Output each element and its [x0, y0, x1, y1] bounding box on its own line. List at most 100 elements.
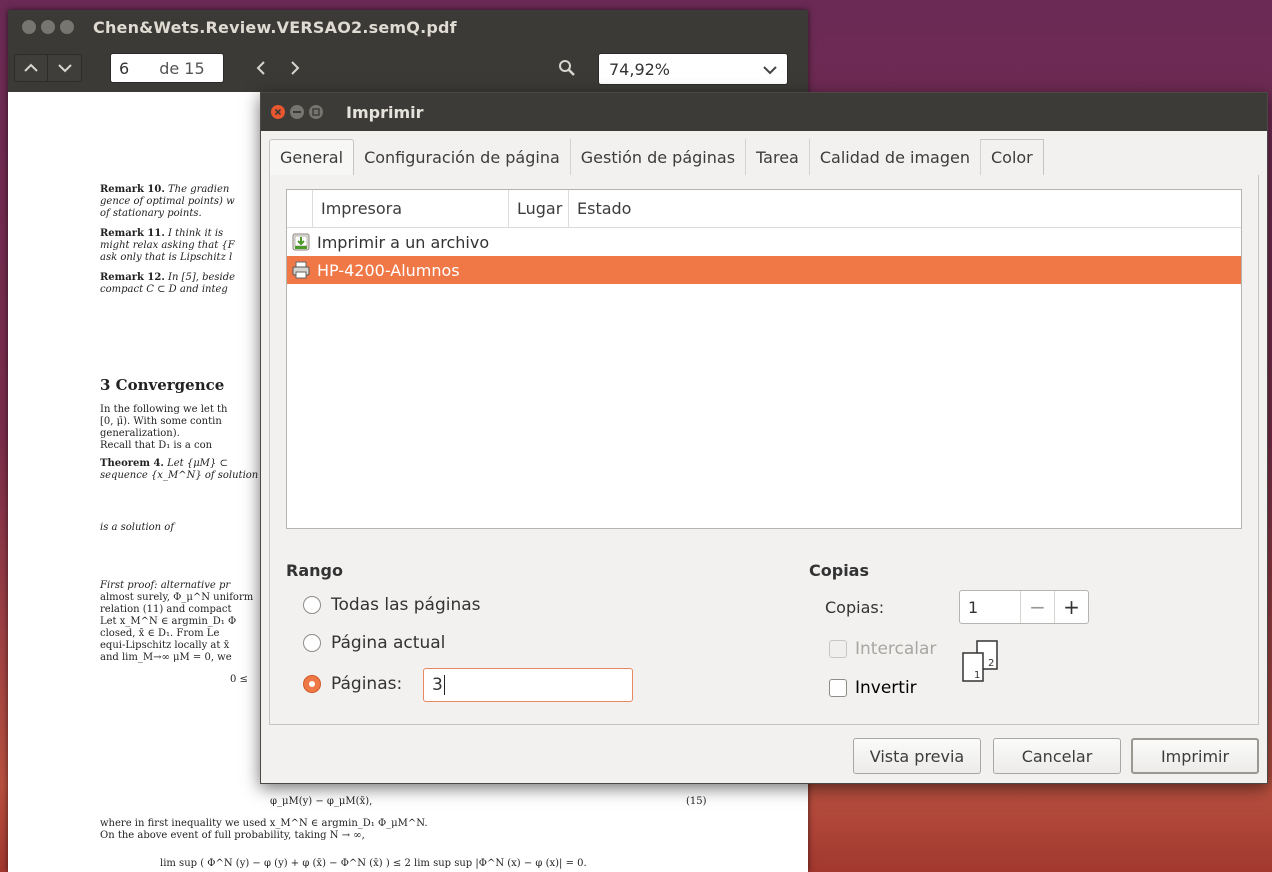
printer-row-hp[interactable]: HP-4200-Alumnos	[287, 256, 1241, 284]
tab-page-handling[interactable]: Gestión de páginas	[571, 139, 747, 175]
print-dialog: Imprimir General Configuración de página…	[260, 92, 1268, 784]
paper-line: generalization).	[100, 428, 180, 439]
column-header-status[interactable]: Estado	[569, 190, 631, 227]
paper-line: In the following we let th	[100, 404, 228, 415]
copies-value[interactable]: 1	[960, 598, 1020, 617]
paper-line: φ_μM(y) − φ_μM(x̄),	[270, 796, 373, 807]
checkbox-box	[829, 640, 847, 658]
chevron-right-icon[interactable]	[278, 54, 312, 82]
tab-bar: General Configuración de página Gestión …	[269, 139, 1044, 175]
printer-icon	[291, 260, 311, 280]
preview-button[interactable]: Vista previa	[853, 738, 981, 774]
paper-line: closed, x̄ ∈ D₁. From Le	[100, 628, 220, 639]
paper-line: compact C ⊂ D and integ	[100, 284, 228, 295]
checkbox-label: Invertir	[855, 678, 917, 698]
page-count: de 15	[159, 58, 205, 78]
minimize-dialog-icon[interactable]	[290, 105, 304, 119]
search-icon[interactable]	[554, 55, 580, 81]
tab-color[interactable]: Color	[980, 139, 1044, 175]
printer-row-file[interactable]: Imprimir a un archivo	[287, 228, 1241, 256]
paper-line: Theorem 4. Let {μM} ⊂	[100, 458, 228, 469]
paper-line: where in first inequality we used x_M^N …	[100, 818, 428, 829]
paper-line: almost surely, Φ_μ^N uniform	[100, 592, 254, 603]
column-header-icon	[287, 190, 313, 227]
printer-name: HP-4200-Alumnos	[317, 260, 460, 280]
paper-line: and lim_M→∞ μM = 0, we	[100, 652, 232, 663]
collate-checkbox[interactable]: Intercalar	[829, 639, 936, 659]
printer-list-header: Impresora Lugar Estado	[287, 190, 1241, 228]
viewer-titlebar: Chen&Wets.Review.VERSAO2.semQ.pdf	[8, 10, 808, 44]
paper-line: of stationary points.	[100, 208, 202, 219]
radio-label: Página actual	[331, 633, 446, 653]
paper-line: Remark 10. The gradien	[100, 184, 230, 195]
decrement-button[interactable]: −	[1020, 591, 1054, 623]
close-dialog-icon[interactable]	[271, 105, 285, 119]
paper-line: might relax asking that {F	[100, 240, 235, 251]
chevron-down-icon[interactable]	[48, 54, 82, 82]
paper-line: First proof: alternative pr	[100, 580, 231, 591]
current-page: 6	[119, 58, 130, 78]
pages-input[interactable]: 3	[423, 668, 633, 702]
dialog-title: Imprimir	[346, 102, 424, 122]
radio-indicator	[303, 675, 321, 693]
paper-line: Remark 12. In [5], beside	[100, 272, 236, 283]
radio-all-pages[interactable]: Todas las páginas	[303, 595, 481, 615]
range-title: Rango	[286, 561, 343, 580]
print-button[interactable]: Imprimir	[1131, 738, 1259, 774]
pages-input-value: 3	[432, 675, 443, 695]
paper-line: is a solution of	[100, 522, 175, 533]
minimize-window-icon[interactable]	[41, 20, 55, 34]
equation-fragment: 0 ≤	[230, 674, 248, 685]
svg-text:2: 2	[988, 658, 994, 669]
paper-line: lim sup ( Φ^N (y) − φ (y) + φ (x̄) − Φ^N…	[160, 858, 587, 869]
copies-title: Copias	[809, 561, 869, 580]
section-heading: 3 Convergence	[100, 376, 225, 394]
column-header-printer[interactable]: Impresora	[313, 190, 509, 227]
tab-job[interactable]: Tarea	[746, 139, 810, 175]
zoom-select[interactable]: 74,92%	[598, 53, 788, 85]
tab-general[interactable]: General	[269, 139, 355, 175]
radio-label: Todas las páginas	[331, 595, 481, 615]
chevron-down-icon	[763, 60, 777, 79]
paper-line: equi-Lipschitz locally at x̄	[100, 640, 230, 651]
cancel-button[interactable]: Cancelar	[993, 738, 1121, 774]
paper-line: sequence {x_M^N} of solution	[100, 470, 259, 481]
paper-line: ask only that is Lipschitz l	[100, 252, 233, 263]
increment-button[interactable]: +	[1054, 591, 1088, 623]
viewer-toolbar: 6 de 15 74,92%	[8, 44, 808, 92]
file-download-icon	[291, 232, 311, 252]
tab-image-quality[interactable]: Calidad de imagen	[810, 139, 981, 175]
radio-current-page[interactable]: Página actual	[303, 633, 445, 653]
radio-pages[interactable]: Páginas:	[303, 674, 402, 694]
printer-list[interactable]: Impresora Lugar Estado Imprimir a un arc…	[286, 189, 1242, 529]
copies-label: Copias:	[825, 598, 885, 617]
tab-page-setup[interactable]: Configuración de página	[354, 139, 571, 175]
close-window-icon[interactable]	[22, 20, 36, 34]
checkbox-box	[829, 679, 847, 697]
maximize-dialog-icon[interactable]	[309, 105, 323, 119]
radio-label: Páginas:	[331, 674, 403, 694]
zoom-value: 74,92%	[609, 59, 671, 79]
maximize-window-icon[interactable]	[60, 20, 74, 34]
reverse-checkbox[interactable]: Invertir	[829, 678, 917, 698]
printer-name: Imprimir a un archivo	[317, 232, 490, 252]
paper-line: On the above event of full probability, …	[100, 830, 365, 841]
page-number-input[interactable]: 6 de 15	[110, 53, 224, 83]
svg-text:1: 1	[974, 670, 980, 681]
chevron-left-icon[interactable]	[244, 54, 278, 82]
paper-line: gence of optimal points) w	[100, 196, 235, 207]
viewer-title: Chen&Wets.Review.VERSAO2.semQ.pdf	[93, 17, 457, 37]
checkbox-label: Intercalar	[855, 639, 937, 659]
column-header-location[interactable]: Lugar	[509, 190, 569, 227]
copies-stepper[interactable]: 1 − +	[959, 590, 1089, 624]
paper-line: Recall that D₁ is a con	[100, 440, 213, 451]
collate-pages-icon: 2 1	[962, 640, 998, 682]
dialog-titlebar: Imprimir	[261, 93, 1267, 131]
paper-line: [0, μ̄). With some contin	[100, 416, 222, 427]
radio-indicator	[303, 596, 321, 614]
paper-line: relation (11) and compact	[100, 604, 232, 615]
equation-number: (15)	[686, 796, 707, 807]
chevron-up-icon[interactable]	[14, 54, 48, 82]
paper-line: Let x_M^N ∈ argmin_D₁ Φ	[100, 616, 237, 627]
radio-indicator	[303, 634, 321, 652]
